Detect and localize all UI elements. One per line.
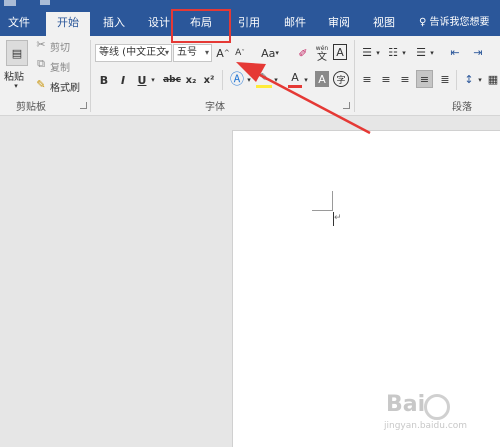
paragraph-group-label: 段落 (452, 102, 472, 113)
font-launcher-icon[interactable] (343, 102, 350, 109)
bullets-dropdown-icon[interactable]: ▾ (375, 48, 381, 58)
font-size-value: 五号 (177, 47, 197, 58)
divider (456, 70, 457, 90)
tab-view[interactable]: 视图 (365, 12, 403, 34)
divider (354, 40, 355, 112)
align-left-icon[interactable]: ≡ (360, 71, 374, 87)
copy-button[interactable]: 复制 (50, 59, 70, 74)
superscript-button[interactable]: x² (202, 72, 216, 88)
justify-icon[interactable]: ≡ (416, 70, 433, 88)
shading-icon[interactable]: ▦ (486, 71, 500, 87)
grow-font-icon[interactable]: A ^ (216, 44, 230, 62)
margin-corner-mark (332, 191, 333, 211)
decrease-indent-icon[interactable]: ⇤ (447, 44, 463, 60)
line-spacing-icon[interactable]: ↕ (462, 71, 476, 87)
character-shading-label: A (318, 72, 326, 86)
enclose-characters-icon[interactable]: 字 (333, 71, 349, 87)
ribbon: ▤ 粘贴 ▾ ✂ 剪切 ⧉ 复制 ✎ 格式刷 剪贴板 等线 (中文正文 ▾ 五号 ▾… (0, 36, 500, 116)
cut-icon[interactable]: ✂ (35, 38, 47, 51)
increase-indent-icon[interactable]: ⇥ (470, 44, 486, 60)
change-case-icon[interactable]: Aa ▾ (259, 44, 281, 62)
text-effects-dropdown-icon[interactable]: ▾ (246, 74, 252, 86)
tab-mailings[interactable]: 邮件 (276, 12, 314, 34)
layout-tab-highlight (171, 9, 231, 43)
format-painter-icon[interactable]: ✎ (35, 78, 47, 91)
phonetic-char: 文 (317, 52, 327, 63)
enclose-characters-label: 字 (336, 75, 346, 86)
quick-access-icon[interactable] (40, 0, 50, 5)
multilevel-list-icon[interactable]: ☰ (414, 44, 428, 60)
character-shading-icon[interactable]: A (315, 71, 329, 87)
tab-references[interactable]: 引用 (230, 12, 268, 34)
tab-insert[interactable]: 插入 (95, 12, 133, 34)
underline-dropdown-icon[interactable]: ▾ (150, 74, 156, 86)
text-effects-icon[interactable]: Ⓐ (229, 70, 245, 88)
numbering-icon[interactable]: ☷ (386, 44, 400, 60)
italic-button[interactable]: I (117, 72, 129, 88)
underline-button[interactable]: U (136, 72, 148, 88)
clipboard-group-label: 剪贴板 (16, 102, 46, 113)
character-border-label: A (336, 45, 344, 59)
font-size-combo[interactable]: 五号 ▾ (173, 44, 212, 62)
font-name-value: 等线 (中文正文 (99, 47, 167, 58)
lightbulb-icon: ♀ (419, 17, 430, 28)
cut-button[interactable]: 剪切 (50, 39, 70, 54)
font-group-label: 字体 (205, 102, 225, 113)
line-spacing-dropdown-icon[interactable]: ▾ (477, 75, 483, 85)
multilevel-dropdown-icon[interactable]: ▾ (429, 48, 435, 58)
chevron-down-icon: ▾ (164, 48, 169, 57)
align-center-icon[interactable]: ≡ (379, 71, 393, 87)
numbering-dropdown-icon[interactable]: ▾ (401, 48, 407, 58)
tab-file[interactable]: 文件 (0, 12, 38, 34)
strikethrough-button[interactable]: abc (162, 72, 182, 88)
clear-format-icon[interactable]: ✐ (296, 44, 310, 62)
font-color-icon[interactable]: A (288, 70, 302, 88)
baidu-paw-logo (424, 394, 450, 420)
highlight-icon[interactable]: ✎ (256, 70, 272, 88)
paragraph-mark: ↵ (334, 213, 342, 223)
subscript-button[interactable]: x₂ (184, 72, 198, 88)
tab-review[interactable]: 审阅 (320, 12, 358, 34)
font-name-combo[interactable]: 等线 (中文正文 ▾ (95, 44, 172, 62)
document-page[interactable] (232, 130, 500, 447)
tell-me-text: 告诉我您想要 (429, 17, 490, 28)
watermark-url: jingyan.baidu.com (384, 421, 468, 431)
watermark: Bai (386, 392, 426, 417)
font-color-label: A (291, 71, 299, 84)
distributed-icon[interactable]: ≣ (438, 71, 452, 87)
grow-font-label: A (216, 46, 224, 60)
format-painter-button[interactable]: 格式刷 (50, 79, 80, 94)
save-icon[interactable] (4, 0, 16, 6)
tab-home[interactable]: 开始 (46, 12, 90, 36)
paste-icon[interactable]: ▤ (6, 40, 28, 66)
divider (222, 70, 223, 90)
font-color-dropdown-icon[interactable]: ▾ (303, 74, 309, 86)
paste-button[interactable]: 粘贴 (4, 68, 24, 83)
shrink-font-icon[interactable]: Aˇ (233, 44, 247, 62)
divider (90, 40, 91, 112)
change-case-label: Aa (261, 46, 276, 60)
bullets-icon[interactable]: ☰ (360, 44, 374, 60)
bold-button[interactable]: B (98, 72, 110, 88)
margin-corner-mark (312, 210, 332, 211)
paste-dropdown-icon[interactable]: ▾ (12, 82, 20, 90)
copy-icon[interactable]: ⧉ (35, 57, 47, 70)
chevron-down-icon: ▾ (204, 48, 209, 57)
clipboard-launcher-icon[interactable] (80, 102, 87, 109)
phonetic-guide-icon[interactable]: wén 文 (314, 42, 330, 64)
align-right-icon[interactable]: ≡ (398, 71, 412, 87)
highlight-dropdown-icon[interactable]: ▾ (273, 74, 279, 86)
character-border-icon[interactable]: A (333, 44, 347, 60)
tell-me-box[interactable]: ♀ 告诉我您想要 (419, 12, 490, 34)
